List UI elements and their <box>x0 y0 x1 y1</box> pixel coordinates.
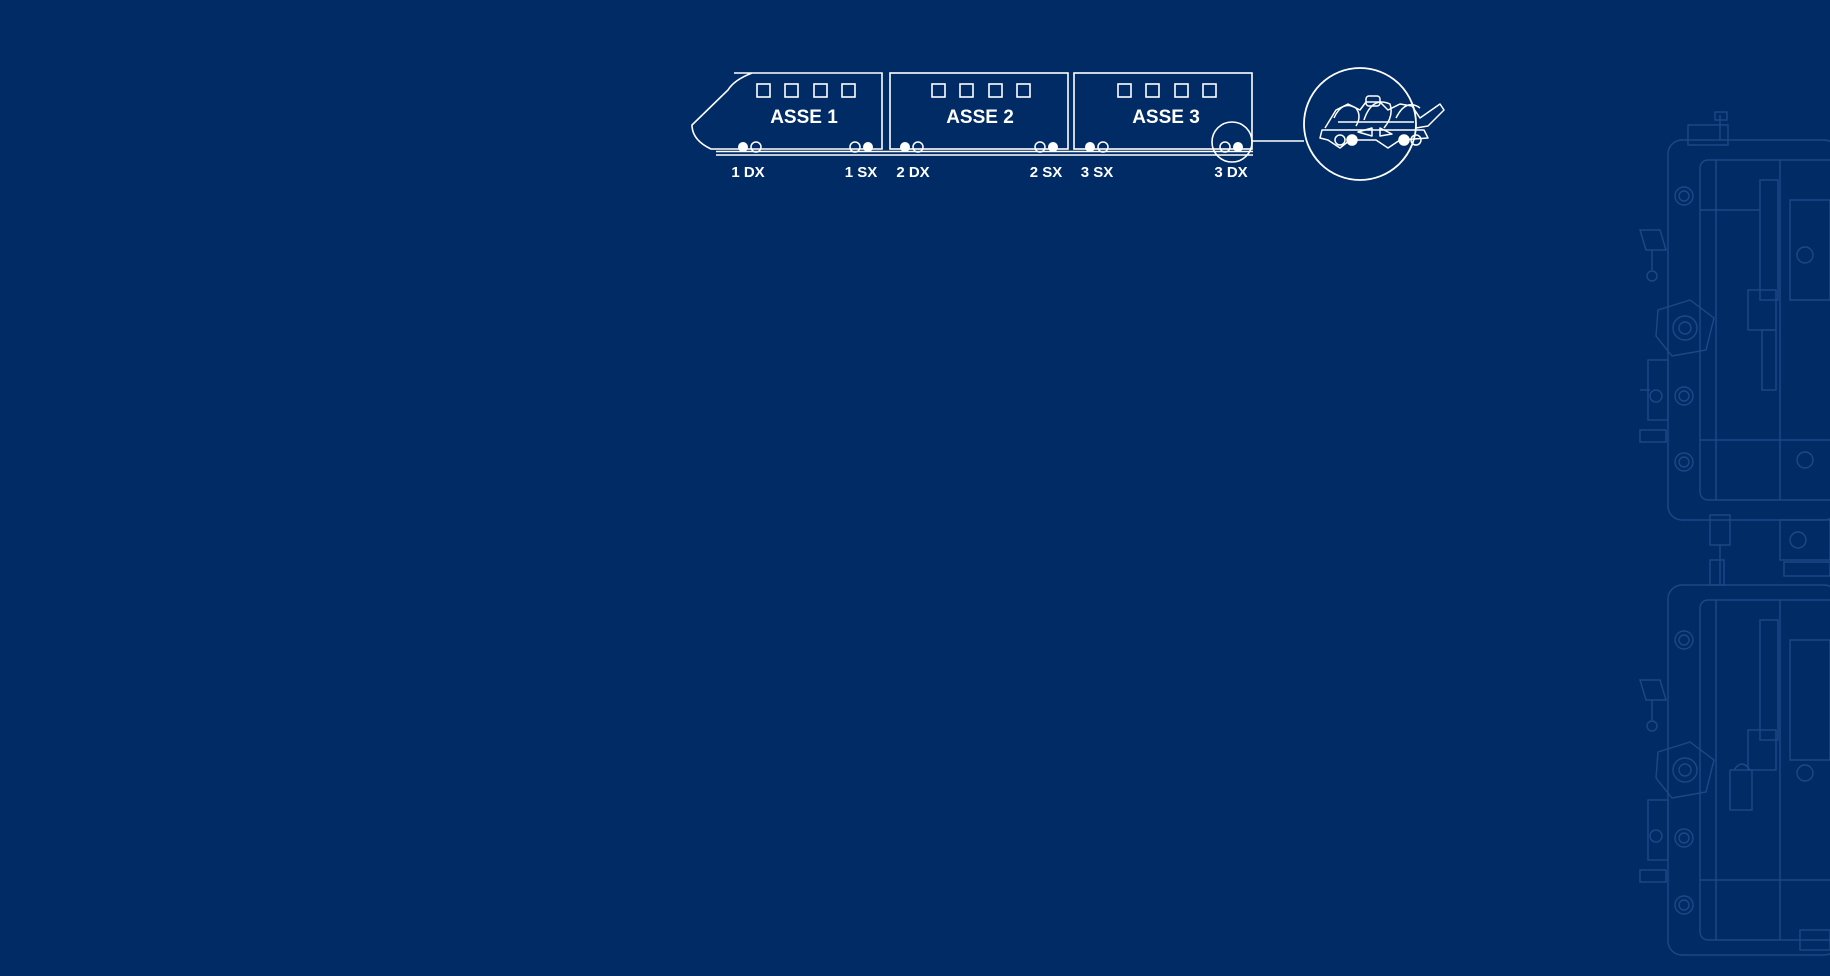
train-diagram: ASSE 1 ASSE 2 ASSE 3 1 DX 1 SX 2 DX 2 SX… <box>691 67 1830 956</box>
wheel-label-1-sx: 1 SX <box>845 164 878 181</box>
track <box>716 150 1253 156</box>
bogie-detail-icon <box>1319 95 1445 149</box>
car-3-windows <box>1117 83 1217 98</box>
car-3-wheels <box>1085 141 1243 153</box>
machine-blueprint-icon <box>1639 111 1830 956</box>
car-2-windows <box>931 83 1031 98</box>
wheel-labels: 1 DX 1 SX 2 DX 2 SX 3 SX 3 DX <box>731 164 1247 181</box>
highlight-ring <box>1211 121 1253 163</box>
train-car-1: ASSE 1 <box>691 72 883 153</box>
car-3-label: ASSE 3 <box>1132 107 1200 128</box>
car-1-windows <box>756 83 856 98</box>
wheel-label-2-dx: 2 DX <box>896 164 929 181</box>
zoom-circle <box>1303 67 1417 181</box>
diagram-canvas: ASSE 1 ASSE 2 ASSE 3 1 DX 1 SX 2 DX 2 SX… <box>0 0 1830 976</box>
zoom-detail <box>1303 67 1445 181</box>
car-2-label: ASSE 2 <box>946 107 1014 128</box>
wheel-label-1-dx: 1 DX <box>731 164 764 181</box>
car-1-wheels <box>738 141 873 153</box>
train-car-3: ASSE 3 <box>1073 72 1253 153</box>
car-1-label: ASSE 1 <box>770 107 838 128</box>
car-2-wheels <box>900 141 1058 153</box>
wheel-label-2-sx: 2 SX <box>1030 164 1063 181</box>
wheel-label-3-sx: 3 SX <box>1081 164 1114 181</box>
wheel-label-3-dx: 3 DX <box>1214 164 1247 181</box>
train-car-2: ASSE 2 <box>889 72 1069 153</box>
